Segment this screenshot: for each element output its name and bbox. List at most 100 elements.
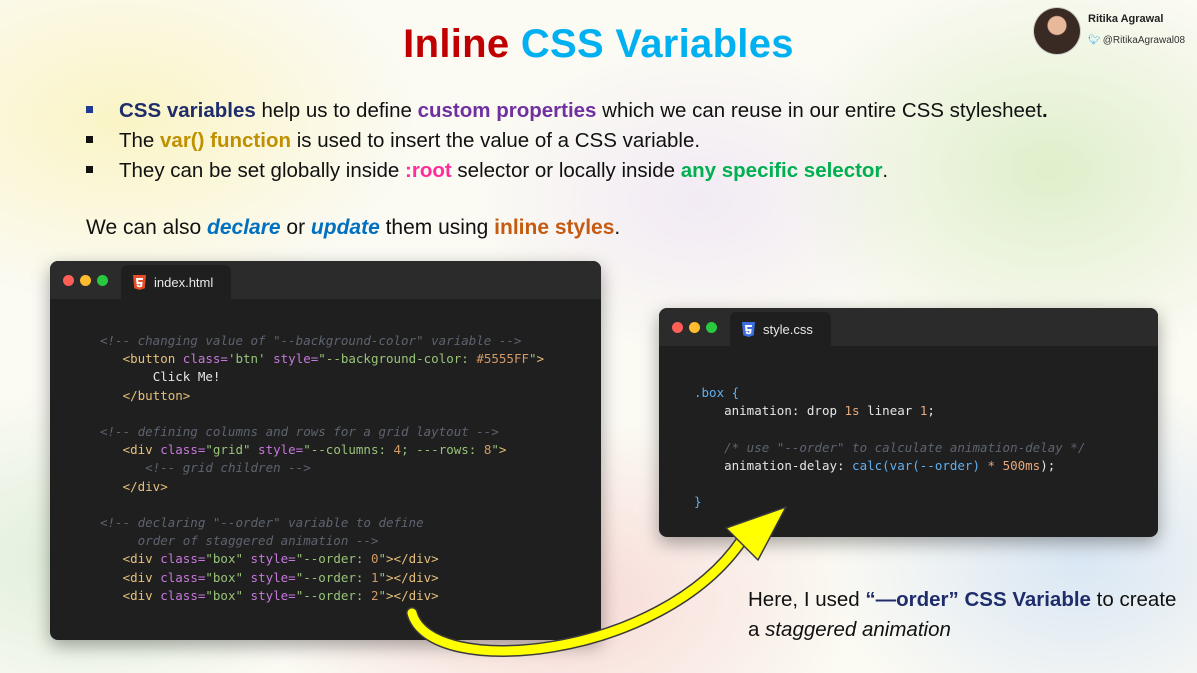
twitter-bird-icon: 🐦︎ bbox=[1088, 35, 1101, 46]
author-handle: @RitikaAgrawal08 bbox=[1102, 35, 1186, 46]
bullet-text: :root bbox=[405, 159, 452, 182]
code-number: 4 bbox=[393, 442, 402, 458]
code-string: "--order: bbox=[295, 569, 371, 585]
intro-text: declare bbox=[207, 216, 281, 239]
code-comment: order of staggered animation --> bbox=[137, 533, 379, 549]
code-tag: <div bbox=[122, 569, 153, 585]
code-attr: style= bbox=[243, 587, 296, 603]
bullet-text: They can be set globally inside bbox=[119, 159, 406, 182]
window-titlebar: index.html bbox=[50, 261, 601, 299]
title-part-1: Inline bbox=[403, 22, 510, 66]
close-dot-icon[interactable] bbox=[672, 322, 683, 333]
code-number: 2 bbox=[370, 587, 379, 603]
code-string: "--columns: bbox=[303, 442, 394, 458]
minimize-dot-icon[interactable] bbox=[689, 322, 700, 333]
code-string: " bbox=[491, 442, 499, 458]
maximize-dot-icon[interactable] bbox=[706, 322, 717, 333]
tab-label: style.css bbox=[763, 321, 813, 337]
bullet-text: custom properties bbox=[417, 99, 597, 122]
maximize-dot-icon[interactable] bbox=[97, 275, 108, 286]
code-tag: <button bbox=[122, 351, 176, 367]
intro-text: inline styles bbox=[494, 216, 615, 239]
code-number: 500ms bbox=[1002, 457, 1041, 473]
code-attr: style= bbox=[243, 569, 296, 585]
tab-label: index.html bbox=[154, 274, 214, 290]
code-tag: ></div> bbox=[386, 551, 439, 567]
bullet-text: selector or locally inside bbox=[451, 159, 681, 182]
bullet-text: . bbox=[882, 159, 889, 182]
code-selector: .box { bbox=[694, 385, 740, 400]
intro-text: . bbox=[614, 216, 621, 239]
code-string: "box" bbox=[205, 569, 244, 585]
code-property: animation-delay: bbox=[724, 457, 853, 473]
avatar bbox=[1034, 8, 1080, 54]
page-title: Inline CSS Variables bbox=[0, 22, 1197, 67]
tab-style-css[interactable]: style.css bbox=[730, 312, 831, 346]
code-attr: class= bbox=[175, 351, 228, 367]
code-comment: /* use "--order" to calculate animation-… bbox=[724, 439, 1086, 455]
code-function: calc(var(--order) bbox=[852, 457, 980, 473]
bullet-text: The bbox=[119, 129, 161, 152]
code-string: " bbox=[378, 587, 387, 603]
code-text: Click Me! bbox=[152, 369, 221, 385]
code-property: ); bbox=[1040, 457, 1056, 473]
author-name: Ritika Agrawal bbox=[1088, 13, 1164, 25]
note-text: “—order” CSS Variable bbox=[865, 588, 1091, 611]
bullet-square-icon bbox=[86, 166, 93, 173]
code-attr: style= bbox=[265, 351, 319, 367]
code-tag: <div bbox=[122, 442, 153, 458]
bullet-item: CSS variables help us to define custom p… bbox=[84, 96, 1048, 126]
bullet-square-icon bbox=[86, 106, 93, 113]
bullet-item: The var() function is used to insert the… bbox=[84, 126, 1048, 156]
code-attr: class= bbox=[152, 551, 206, 567]
bullet-square-icon bbox=[86, 136, 93, 143]
code-tag: ></div> bbox=[386, 587, 439, 603]
code-tag: > bbox=[536, 351, 545, 367]
intro-text: We can also bbox=[86, 216, 208, 239]
author-handle-row: 🐦︎ @RitikaAgrawal08 bbox=[1088, 35, 1185, 46]
css3-icon bbox=[742, 321, 755, 337]
code-attr: style= bbox=[243, 551, 296, 567]
code-number: 1 bbox=[370, 569, 379, 585]
minimize-dot-icon[interactable] bbox=[80, 275, 91, 286]
bullet-text: is used to insert the value of a CSS var… bbox=[291, 129, 701, 152]
code-tag: </button> bbox=[122, 387, 191, 403]
code-string: "box" bbox=[205, 551, 244, 567]
code-comment: <!-- grid children --> bbox=[145, 460, 311, 476]
author-badge: Ritika Agrawal 🐦︎ @RitikaAgrawal08 bbox=[1034, 8, 1192, 54]
intro-sentence: We can also declare or update them using… bbox=[86, 216, 620, 240]
bullet-text: which we can reuse in our entire CSS sty… bbox=[596, 99, 1042, 122]
bullet-text: help us to define bbox=[255, 99, 418, 122]
code-tag: <div bbox=[122, 551, 153, 567]
explanation-note: Here, I used “—order” CSS Variable to cr… bbox=[748, 585, 1188, 645]
code-string: 'btn' bbox=[227, 351, 266, 367]
code-string: " bbox=[378, 551, 387, 567]
css-code-window: style.css .box { animation: drop 1s line… bbox=[659, 308, 1158, 537]
code-string: " bbox=[378, 569, 387, 585]
code-tag: <div bbox=[122, 587, 153, 603]
close-dot-icon[interactable] bbox=[63, 275, 74, 286]
title-part-2: CSS Variables bbox=[520, 22, 794, 66]
code-number: 0 bbox=[370, 551, 379, 567]
intro-text: them using bbox=[379, 216, 495, 239]
code-attr: style= bbox=[250, 442, 304, 458]
code-number: 1s bbox=[844, 403, 860, 419]
note-text: Here, I used bbox=[748, 588, 866, 611]
bullet-text: . bbox=[1041, 99, 1048, 122]
intro-text: update bbox=[310, 216, 380, 239]
code-operator: * bbox=[979, 457, 1003, 473]
html-code-block: <!-- changing value of "--background-col… bbox=[50, 299, 601, 640]
code-string: ; ---rows: bbox=[401, 442, 484, 458]
code-tag: ></div> bbox=[386, 569, 439, 585]
bullet-list: CSS variables help us to define custom p… bbox=[84, 96, 1048, 186]
intro-text: or bbox=[280, 216, 311, 239]
code-property: ; bbox=[927, 403, 935, 419]
bullet-text: CSS variables bbox=[119, 99, 256, 122]
code-string: "--order: bbox=[295, 551, 371, 567]
code-comment: <!-- declaring "--order" variable to def… bbox=[100, 515, 424, 531]
html5-icon bbox=[133, 274, 146, 290]
tab-index-html[interactable]: index.html bbox=[121, 265, 232, 299]
window-titlebar: style.css bbox=[659, 308, 1158, 346]
code-tag: </div> bbox=[122, 478, 168, 494]
code-property: animation: drop bbox=[724, 403, 845, 419]
